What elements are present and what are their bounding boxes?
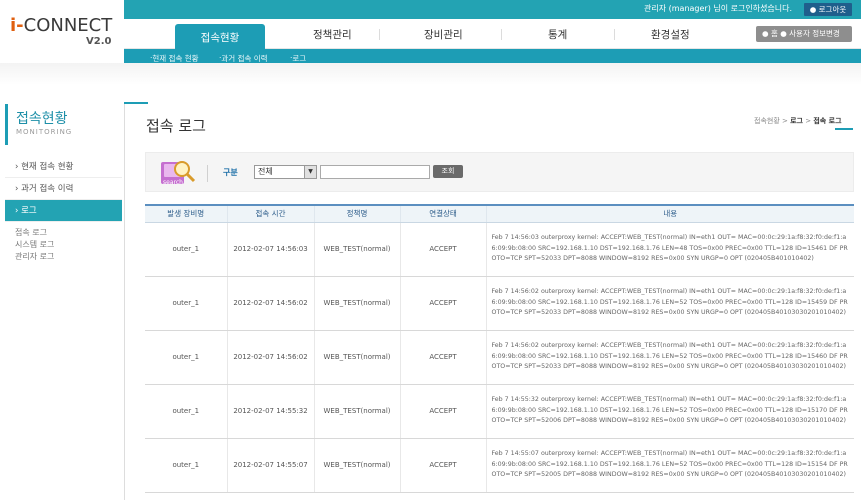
main-nav: 접속현황 정책관리 장비관리 통계 환경설정 ● 홈 ● 사용자 정보변경 <box>124 19 861 52</box>
subnav-log[interactable]: . 로그 <box>290 51 306 63</box>
nav-divider <box>379 29 380 40</box>
search-icon: search <box>161 161 196 186</box>
version-label: V2.0 <box>86 36 112 47</box>
svg-text:search: search <box>163 179 183 186</box>
cell-content: Feb 7 14:55:32 outerproxy kernel: ACCEPT… <box>485 384 854 439</box>
search-button[interactable]: 조회 <box>433 165 463 178</box>
search-input[interactable] <box>320 165 430 179</box>
search-category-label: 구분 <box>223 168 238 177</box>
table-header-row: 발생 장비명 접속 시간 정책명 연결상태 내용 <box>145 204 854 223</box>
table-row[interactable]: outer_1 2012-02-07 14:55:32 WEB_TEST(nor… <box>145 384 854 439</box>
nav-tab-policy[interactable]: 정책관리 <box>313 27 352 42</box>
table-row[interactable]: outer_1 2012-02-07 14:56:02 WEB_TEST(nor… <box>145 276 854 331</box>
table-row[interactable]: outer_1 2012-02-07 14:56:03 WEB_TEST(nor… <box>145 222 854 277</box>
sidebar-subtitle: MONITORING <box>16 128 73 136</box>
column-header-content: 내용 <box>485 204 854 223</box>
nav-tab-statistics[interactable]: 통계 <box>548 27 567 42</box>
cell-time: 2012-02-07 14:56:03 <box>226 222 314 277</box>
subnav-current[interactable]: . 현재 접속 현황 <box>150 51 199 63</box>
cell-policy: WEB_TEST(normal) <box>313 276 400 331</box>
logo[interactable]: i-CONNECT V2.0 <box>0 0 124 59</box>
logout-button[interactable]: ● 로그아웃 <box>804 3 852 16</box>
cell-policy: WEB_TEST(normal) <box>313 384 400 439</box>
cell-status: ACCEPT <box>399 438 486 493</box>
home-user-button[interactable]: ● 홈 ● 사용자 정보변경 <box>756 26 852 42</box>
breadcrumb: 접속현황 > 로그 > 접속 로그 <box>754 117 842 125</box>
cell-status: ACCEPT <box>399 276 486 331</box>
cell-content: Feb 7 14:55:07 outerproxy kernel: ACCEPT… <box>485 438 854 493</box>
search-panel: search 구분 전체 ▼ 조회 <box>145 152 854 192</box>
search-divider <box>207 165 208 182</box>
content-divider <box>124 104 125 500</box>
cell-status: ACCEPT <box>399 222 486 277</box>
header-band <box>0 63 861 85</box>
chevron-down-icon[interactable]: ▼ <box>304 166 316 178</box>
sidebar-subitem-admin-log[interactable]: 관리자 로그 <box>15 251 122 263</box>
nav-tab-settings[interactable]: 환경설정 <box>651 27 690 42</box>
sidebar-sublist: 접속 로그 시스템 로그 관리자 로그 <box>5 222 122 263</box>
cell-content: Feb 7 14:56:02 outerproxy kernel: ACCEPT… <box>485 276 854 331</box>
cell-time: 2012-02-07 14:55:07 <box>226 438 314 493</box>
cell-status: ACCEPT <box>399 330 486 385</box>
sidebar-item-current[interactable]: › 현재 접속 현황 <box>5 156 122 178</box>
breadcrumb-underline <box>835 128 853 130</box>
column-header-status: 연결상태 <box>399 204 486 223</box>
cell-status: ACCEPT <box>399 384 486 439</box>
cell-policy: WEB_TEST(normal) <box>313 222 400 277</box>
sidebar-subitem-connection-log[interactable]: 접속 로그 <box>15 227 122 239</box>
content-accent <box>124 102 148 104</box>
nav-tab-device[interactable]: 장비관리 <box>424 27 463 42</box>
cell-device: outer_1 <box>145 276 227 331</box>
table-row[interactable]: outer_1 2012-02-07 14:56:02 WEB_TEST(nor… <box>145 330 854 385</box>
cell-content: Feb 7 14:56:03 outerproxy kernel: ACCEPT… <box>485 222 854 277</box>
sidebar-title: 접속현황 <box>16 111 68 127</box>
log-table: 발생 장비명 접속 시간 정책명 연결상태 내용 outer_1 2012-02… <box>145 204 854 493</box>
column-header-policy: 정책명 <box>313 204 400 223</box>
cell-device: outer_1 <box>145 222 227 277</box>
login-greeting: 관리자 (manager) 님이 로그인하셨습니다. <box>644 4 793 13</box>
cell-content: Feb 7 14:56:02 outerproxy kernel: ACCEPT… <box>485 330 854 385</box>
sidebar-item-history[interactable]: › 과거 접속 이력 <box>5 178 122 200</box>
logo-text: i-CONNECT <box>10 15 113 36</box>
nav-tab-connection-status[interactable]: 접속현황 <box>175 24 265 52</box>
column-header-time: 접속 시간 <box>226 204 314 223</box>
breadcrumb-item[interactable]: 접속현황 <box>754 117 780 125</box>
breadcrumb-item[interactable]: 로그 <box>790 117 803 125</box>
sidebar-subitem-system-log[interactable]: 시스템 로그 <box>15 239 122 251</box>
sub-nav: . 현재 접속 현황 . 과거 접속 이력 . 로그 <box>124 49 861 63</box>
subnav-history[interactable]: . 과거 접속 이력 <box>219 51 268 63</box>
cell-time: 2012-02-07 14:55:32 <box>226 384 314 439</box>
top-bar: 관리자 (manager) 님이 로그인하셨습니다. ● 로그아웃 <box>124 0 861 19</box>
cell-time: 2012-02-07 14:56:02 <box>226 276 314 331</box>
cell-device: outer_1 <box>145 330 227 385</box>
breadcrumb-current: 접속 로그 <box>813 117 842 125</box>
category-select[interactable]: 전체 ▼ <box>254 165 317 179</box>
nav-divider <box>614 29 615 40</box>
column-header-device: 발생 장비명 <box>145 204 227 223</box>
cell-policy: WEB_TEST(normal) <box>313 438 400 493</box>
cell-device: outer_1 <box>145 438 227 493</box>
sidebar-item-log[interactable]: › 로그 <box>5 200 122 222</box>
nav-divider <box>501 29 502 40</box>
cell-time: 2012-02-07 14:56:02 <box>226 330 314 385</box>
table-row[interactable]: outer_1 2012-02-07 14:55:07 WEB_TEST(nor… <box>145 438 854 493</box>
cell-device: outer_1 <box>145 384 227 439</box>
cell-policy: WEB_TEST(normal) <box>313 330 400 385</box>
page-title: 접속 로그 <box>146 117 206 135</box>
sidebar-menu: › 현재 접속 현황 › 과거 접속 이력 › 로그 접속 로그 시스템 로그 … <box>5 156 122 263</box>
